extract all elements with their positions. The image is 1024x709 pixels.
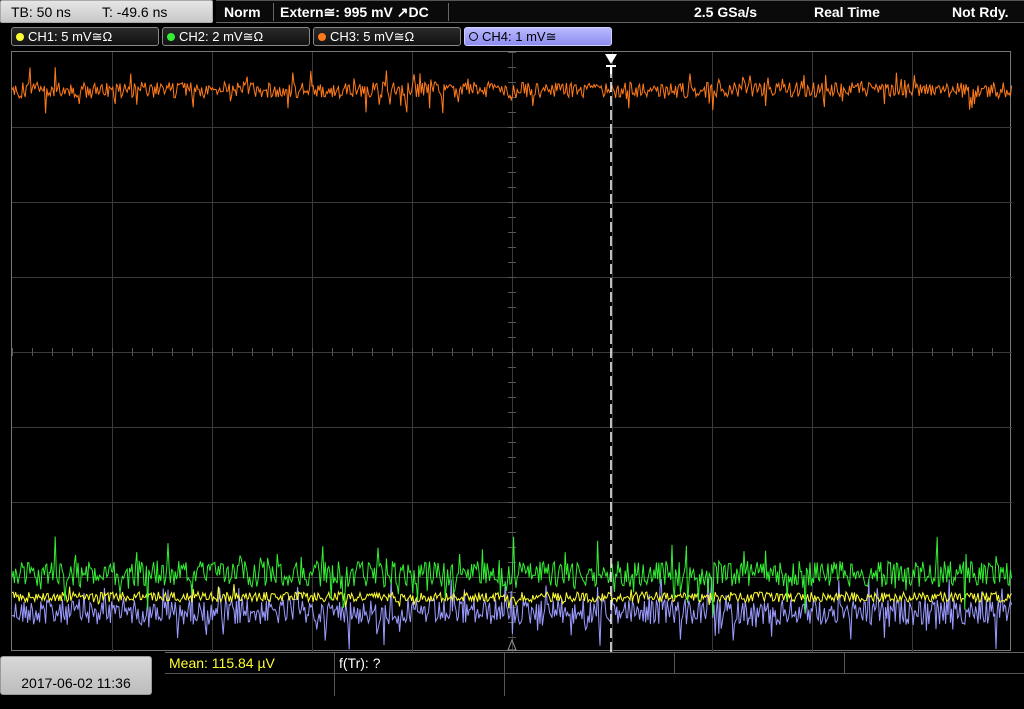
datetime-value: 2017-06-02 11:36 bbox=[21, 675, 131, 691]
ch4-label: CH4: 1 mV≅ bbox=[482, 29, 557, 44]
ch3-color-dot bbox=[318, 33, 326, 41]
channel-tab-ch3[interactable]: CH3: 5 mV≅Ω bbox=[313, 27, 461, 46]
trigger-cursor-icon bbox=[606, 65, 616, 74]
channel-tab-ch4[interactable]: CH4: 1 mV≅ bbox=[464, 27, 612, 46]
measurement-mean[interactable]: Mean: 115.84 µV bbox=[165, 653, 335, 673]
channel-tab-ch2[interactable]: CH2: 2 mV≅Ω bbox=[162, 27, 310, 46]
trigger-offset-value[interactable]: T: -49.6 ns bbox=[102, 1, 167, 23]
trigger-source[interactable]: Extern≅: 995 mV ↗DC bbox=[280, 1, 429, 23]
measurement-slot-3[interactable] bbox=[505, 653, 675, 673]
acquisition-panel: Norm Extern≅: 995 mV ↗DC 2.5 GSa/s Real … bbox=[216, 0, 1024, 23]
ch3-trace bbox=[12, 67, 1012, 114]
measurement-panel[interactable]: Mean: 115.84 µV f(Tr): ? bbox=[165, 652, 1024, 696]
ch4-trace bbox=[12, 576, 1012, 650]
ch4-color-dot bbox=[469, 32, 478, 41]
measurement-slot-4[interactable] bbox=[675, 653, 845, 673]
status-bar: TB: 50 ns T: -49.6 ns Norm Extern≅: 995 … bbox=[0, 0, 1024, 25]
trigger-mode[interactable]: Norm bbox=[224, 1, 261, 23]
waveform-canvas[interactable] bbox=[12, 52, 1012, 652]
ch1-color-dot bbox=[16, 33, 24, 41]
measurement-slot-5[interactable] bbox=[845, 653, 1024, 673]
ch2-color-dot bbox=[167, 33, 175, 41]
mean-value: Mean: 115.84 µV bbox=[169, 655, 275, 671]
datetime-display: 2017-06-02 11:36 bbox=[0, 656, 152, 695]
run-status: Not Rdy. bbox=[952, 4, 1009, 20]
ch1-label: CH1: 5 mV≅Ω bbox=[28, 29, 113, 44]
acquisition-mode[interactable]: Real Time bbox=[814, 1, 880, 23]
graticule bbox=[12, 52, 1012, 652]
timebase-panel[interactable]: TB: 50 ns T: -49.6 ns bbox=[0, 0, 213, 23]
ch3-label: CH3: 5 mV≅Ω bbox=[330, 29, 415, 44]
waveform-display[interactable] bbox=[11, 51, 1012, 652]
measurement-slot-7[interactable] bbox=[335, 674, 505, 696]
measurement-slot-6[interactable] bbox=[165, 674, 335, 696]
channel-tab-ch1[interactable]: CH1: 5 mV≅Ω bbox=[11, 27, 159, 46]
channel-bar: CH1: 5 mV≅Ω CH2: 2 mV≅Ω CH3: 5 mV≅Ω CH4:… bbox=[0, 27, 1024, 48]
timebase-value[interactable]: TB: 50 ns bbox=[11, 1, 71, 23]
sample-rate[interactable]: 2.5 GSa/s bbox=[694, 1, 757, 23]
waveform-traces bbox=[12, 67, 1012, 650]
ch2-label: CH2: 2 mV≅Ω bbox=[179, 29, 264, 44]
trigger-position-marker-icon[interactable] bbox=[605, 54, 617, 64]
measurement-frequency[interactable]: f(Tr): ? bbox=[335, 653, 505, 673]
frequency-value: f(Tr): ? bbox=[339, 655, 381, 671]
